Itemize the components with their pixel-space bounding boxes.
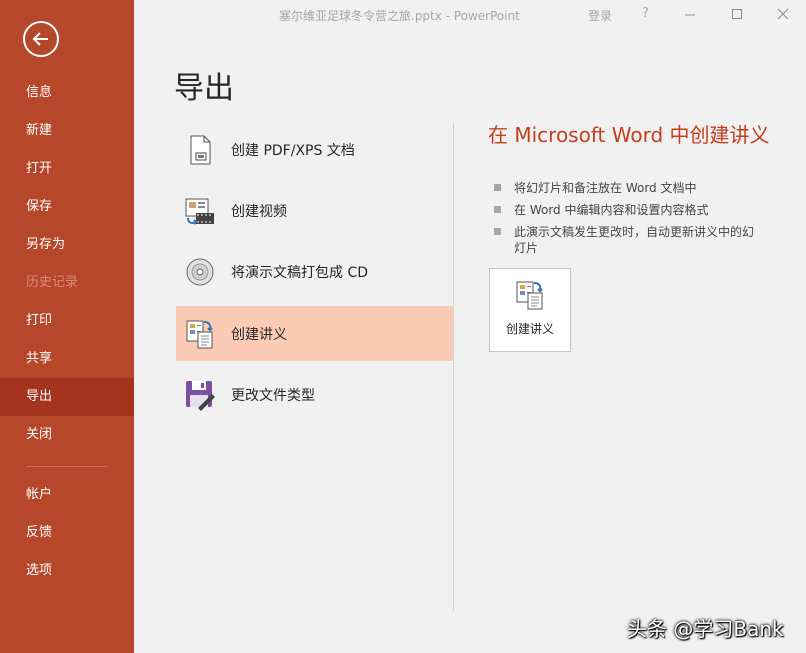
export-option-label: 更改文件类型: [231, 388, 315, 404]
nav-account[interactable]: 帐户: [0, 476, 134, 514]
bullet-marker: [494, 184, 501, 191]
nav-save[interactable]: 保存: [0, 188, 134, 226]
minimize-icon[interactable]: [683, 6, 697, 22]
export-option-handout[interactable]: 创建讲义: [176, 306, 453, 361]
save-as-type-icon: [186, 381, 215, 411]
export-option-label: 创建讲义: [231, 327, 287, 343]
nav-print[interactable]: 打印: [0, 302, 134, 340]
nav-export[interactable]: 导出: [0, 378, 134, 416]
detail-title: 在 Microsoft Word 中创建讲义: [488, 123, 770, 147]
close-icon[interactable]: [776, 6, 790, 22]
watermark: 头条 @学习Bank: [627, 617, 784, 641]
bullet-text: 将幻灯片和备注放在 Word 文档中: [514, 181, 697, 195]
page-title: 导出: [174, 71, 234, 106]
cd-icon: [186, 258, 214, 286]
pdf-document-icon: [190, 135, 211, 165]
nav-history: 历史记录: [26, 275, 79, 290]
export-option-video[interactable]: 创建视频: [176, 183, 453, 238]
export-option-cd[interactable]: 将演示文稿打包成 CD: [176, 244, 453, 299]
title-bar: 塞尔维亚足球冬令营之旅.pptx - PowerPoint 登录 ?: [134, 0, 806, 30]
nav-options[interactable]: 选项: [0, 552, 134, 590]
create-handout-button[interactable]: 创建讲义: [489, 268, 571, 352]
panel-divider: [453, 123, 454, 611]
export-option-pdf[interactable]: 创建 PDF/XPS 文档: [176, 122, 453, 177]
bullet-marker: [494, 206, 501, 213]
nav-new[interactable]: 新建: [0, 112, 134, 150]
create-handout-button-label: 创建讲义: [505, 322, 554, 336]
nav-info[interactable]: 信息: [0, 74, 134, 112]
export-option-label: 将演示文稿打包成 CD: [231, 265, 369, 281]
back-button[interactable]: [23, 21, 59, 57]
export-option-change-file-type[interactable]: 更改文件类型: [176, 367, 453, 422]
nav-close[interactable]: 关闭: [0, 416, 134, 454]
bullet-text: 此演示文稿发生更改时，自动更新讲义中的幻灯片: [514, 225, 755, 255]
video-icon: [185, 198, 214, 225]
handout-icon: [516, 281, 543, 310]
document-title: 塞尔维亚足球冬令营之旅.pptx - PowerPoint: [279, 9, 520, 23]
sidebar-divider: [26, 466, 108, 467]
login-link[interactable]: 登录: [588, 7, 612, 24]
backstage-sidebar: 信息 新建 打开 保存 另存为 历史记录 打印 共享 导出 关闭 帐户 反馈 选…: [0, 0, 134, 653]
bullet-text: 在 Word 中编辑内容和设置内容格式: [514, 203, 709, 217]
bullet-marker: [494, 228, 501, 235]
nav-open[interactable]: 打开: [0, 150, 134, 188]
handout-icon: [186, 320, 213, 349]
nav-save-as[interactable]: 另存为: [0, 226, 134, 264]
nav-share[interactable]: 共享: [0, 340, 134, 378]
back-arrow-icon: [32, 32, 48, 46]
export-option-label: 创建视频: [231, 204, 287, 220]
restore-icon[interactable]: [730, 6, 744, 22]
nav-feedback[interactable]: 反馈: [0, 514, 134, 552]
export-option-label: 创建 PDF/XPS 文档: [231, 143, 355, 159]
help-button[interactable]: ?: [642, 6, 649, 21]
